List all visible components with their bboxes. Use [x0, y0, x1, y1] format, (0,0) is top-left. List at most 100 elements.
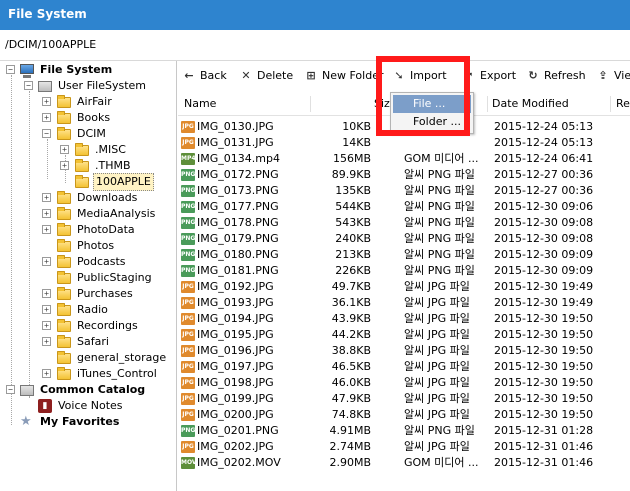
tree-label: Books	[77, 111, 111, 124]
back-button[interactable]: ← Back	[182, 68, 227, 84]
expand-icon[interactable]: +	[42, 305, 51, 314]
collapse-icon[interactable]: −	[6, 65, 15, 74]
tree-item-safari[interactable]: + Safari	[0, 334, 176, 350]
tree-item-photos[interactable]: Photos	[0, 238, 176, 254]
tree-label: Safari	[77, 335, 109, 348]
tree-item-recordings[interactable]: + Recordings	[0, 318, 176, 334]
file-row[interactable]: PNG IMG_0178.PNG 543KB 알씨 PNG 파일 2015-12-30 …	[178, 215, 630, 231]
computer-icon	[20, 62, 36, 78]
jpg-file-icon: JPG	[181, 361, 195, 373]
file-row[interactable]: JPG IMG_0194.JPG 43.9KB 알씨 JPG 파일 2015-12-30…	[178, 311, 630, 327]
tree-item-airfair[interactable]: + AirFair	[0, 94, 176, 110]
column-rename[interactable]: Rename	[616, 97, 630, 110]
expand-icon[interactable]: +	[42, 225, 51, 234]
tree-item-user-filesystem[interactable]: − User FileSystem	[0, 78, 176, 94]
file-row[interactable]: JPG IMG_0202.JPG 2.74MB 알씨 JPG 파일 2015-12-31…	[178, 439, 630, 455]
tree-item-photodata[interactable]: + PhotoData	[0, 222, 176, 238]
jpg-file-icon: JPG	[181, 441, 195, 453]
file-row[interactable]: PNG IMG_0201.PNG 4.91MB 알씨 PNG 파일 2015-12-31…	[178, 423, 630, 439]
tree-item-books[interactable]: + Books	[0, 110, 176, 126]
tree-item-file-system[interactable]: − File System	[0, 62, 176, 78]
tree-item-downloads[interactable]: + Downloads	[0, 190, 176, 206]
expand-icon[interactable]: +	[42, 113, 51, 122]
delete-button[interactable]: ✕ Delete	[239, 68, 293, 84]
path-field[interactable]: /DCIM/100APPLE	[5, 38, 96, 51]
tree-label: My Favorites	[40, 415, 120, 428]
file-row[interactable]: PNG IMG_0179.PNG 240KB 알씨 PNG 파일 2015-12-30 …	[178, 231, 630, 247]
file-row[interactable]: JPG IMG_0198.JPG 46.0KB 알씨 JPG 파일 2015-12-30…	[178, 375, 630, 391]
collapse-icon[interactable]: −	[24, 81, 33, 90]
video-file-icon: MOV	[181, 457, 197, 469]
expand-icon[interactable]: +	[60, 145, 69, 154]
file-row[interactable]: PNG IMG_0172.PNG 89.9KB 알씨 PNG 파일 2015-12-27…	[178, 167, 630, 183]
file-row[interactable]: JPG IMG_0200.JPG 74.8KB 알씨 JPG 파일 2015-12-30…	[178, 407, 630, 423]
refresh-icon: ↻	[528, 69, 538, 82]
expand-icon[interactable]: +	[60, 161, 69, 170]
tree-label: 100APPLE	[93, 173, 154, 191]
refresh-button[interactable]: ↻ Refresh	[526, 68, 586, 84]
jpg-file-icon: JPG	[181, 313, 195, 325]
tree-item-podcasts[interactable]: + Podcasts	[0, 254, 176, 270]
file-row[interactable]: PNG IMG_0181.PNG 226KB 알씨 PNG 파일 2015-12-30 …	[178, 263, 630, 279]
file-row[interactable]: JPG IMG_0195.JPG 44.2KB 알씨 JPG 파일 2015-12-30…	[178, 327, 630, 343]
file-row[interactable]: PNG IMG_0177.PNG 544KB 알씨 PNG 파일 2015-12-30 …	[178, 199, 630, 215]
file-row[interactable]: PNG IMG_0173.PNG 135KB 알씨 PNG 파일 2015-12-27 …	[178, 183, 630, 199]
voice-notes-icon: ▮	[38, 398, 54, 414]
tree-item-itunes-control[interactable]: + iTunes_Control	[0, 366, 176, 382]
new-folder-button[interactable]: ⊞ New Folder	[304, 68, 383, 84]
expand-icon[interactable]: +	[42, 337, 51, 346]
tree-item-dcim[interactable]: − DCIM	[0, 126, 176, 142]
file-row[interactable]: JPG IMG_0193.JPG 36.1KB 알씨 JPG 파일 2015-12-30…	[178, 295, 630, 311]
export-button[interactable]: ➚ Export	[462, 68, 516, 84]
tree-item-purchases[interactable]: + Purchases	[0, 286, 176, 302]
file-row[interactable]: MOV IMG_0202.MOV 2.90MB GOM 미디어 ... 2015-12-…	[178, 455, 630, 471]
refresh-label: Refresh	[544, 69, 586, 82]
path-bar[interactable]: /DCIM/100APPLE	[0, 30, 630, 61]
title-bar: File System	[0, 0, 630, 30]
tree-item-general-storage[interactable]: general_storage	[0, 350, 176, 366]
tree-item-mediaanalysis[interactable]: + MediaAnalysis	[0, 206, 176, 222]
expand-icon[interactable]: +	[42, 97, 51, 106]
expand-icon[interactable]: +	[42, 209, 51, 218]
collapse-icon[interactable]: −	[42, 129, 51, 138]
tree-label: .MISC	[95, 143, 126, 156]
folder-icon	[57, 94, 73, 110]
catalog-icon	[20, 382, 36, 398]
folder-icon	[57, 254, 73, 270]
tree-label: AirFair	[77, 95, 112, 108]
expand-icon[interactable]: +	[42, 257, 51, 266]
file-row[interactable]: JPG IMG_0197.JPG 46.5KB 알씨 JPG 파일 2015-12-30…	[178, 359, 630, 375]
file-row[interactable]: MP4 IMG_0134.mp4 156MB GOM 미디어 ... 2015-12-2…	[178, 151, 630, 167]
expand-icon[interactable]: +	[42, 193, 51, 202]
png-file-icon: PNG	[181, 185, 195, 197]
file-list[interactable]: JPG IMG_0130.JPG 10KB 2015-12-24 05:13 JPG I…	[178, 117, 630, 491]
column-name[interactable]: Name	[184, 97, 216, 110]
file-row[interactable]: JPG IMG_0196.JPG 38.8KB 알씨 JPG 파일 2015-12-30…	[178, 343, 630, 359]
tree-label: iTunes_Control	[77, 367, 157, 380]
file-row[interactable]: JPG IMG_0199.JPG 47.9KB 알씨 JPG 파일 2015-12-30…	[178, 391, 630, 407]
folder-icon	[57, 318, 73, 334]
column-date-modified[interactable]: Date Modified	[492, 97, 569, 110]
file-row[interactable]: JPG IMG_0192.JPG 49.7KB 알씨 JPG 파일 2015-12-30…	[178, 279, 630, 295]
view-button[interactable]: ⇪ View	[596, 68, 630, 84]
png-file-icon: PNG	[181, 265, 195, 277]
tree-item-radio[interactable]: + Radio	[0, 302, 176, 318]
tree-item-publicstaging[interactable]: PublicStaging	[0, 270, 176, 286]
collapse-icon[interactable]: −	[6, 385, 15, 394]
folder-icon	[57, 110, 73, 126]
tree-item-thmb[interactable]: + .THMB	[0, 158, 176, 174]
jpg-file-icon: JPG	[181, 297, 195, 309]
tree-item-100apple[interactable]: 100APPLE	[0, 173, 176, 191]
tree-item-common-catalog[interactable]: − Common Catalog	[0, 382, 176, 398]
back-label: Back	[200, 69, 227, 82]
tree-item-voice-notes[interactable]: ▮ Voice Notes	[0, 398, 176, 414]
expand-icon[interactable]: +	[42, 369, 51, 378]
tree-item-misc[interactable]: + .MISC	[0, 142, 176, 158]
expand-icon[interactable]: +	[42, 289, 51, 298]
tree-item-my-favorites[interactable]: ★ My Favorites	[0, 414, 176, 430]
tree-label: PublicStaging	[77, 271, 152, 284]
folder-tree[interactable]: − File System − User FileSystem + AirFai…	[0, 61, 177, 491]
file-row[interactable]: PNG IMG_0180.PNG 213KB 알씨 PNG 파일 2015-12-30 …	[178, 247, 630, 263]
expand-icon[interactable]: +	[42, 321, 51, 330]
file-row[interactable]: JPG IMG_0131.JPG 14KB 2015-12-24 05:13	[178, 135, 630, 151]
